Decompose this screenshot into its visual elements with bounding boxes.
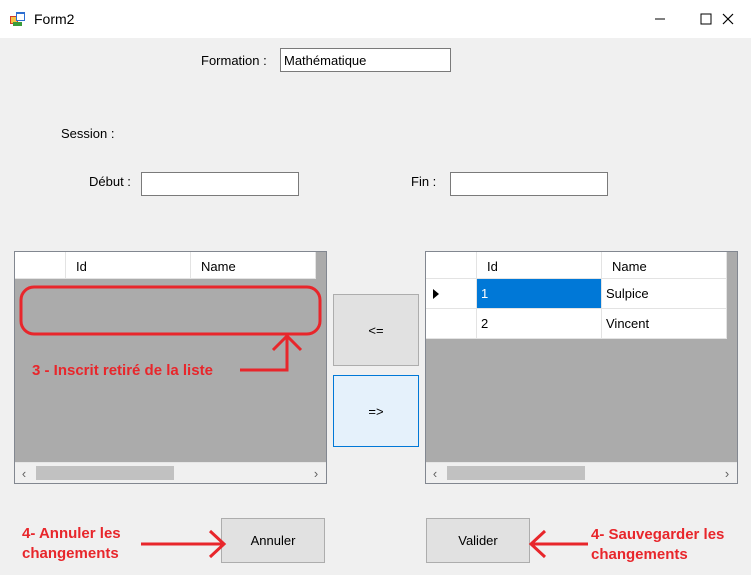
row-header[interactable] (426, 279, 477, 309)
cell-name[interactable]: Vincent (602, 309, 727, 339)
close-icon (722, 13, 734, 25)
scroll-left-icon[interactable]: ‹ (426, 463, 444, 483)
row-header-corner (15, 252, 66, 279)
cell-id[interactable]: 2 (477, 309, 602, 339)
debut-field[interactable] (141, 172, 299, 196)
annotation-cancel-line1: 4- Annuler les (22, 525, 121, 542)
session-label: Session : (61, 126, 115, 141)
scroll-right-icon[interactable]: › (307, 463, 325, 483)
table-row[interactable]: 1 Sulpice (426, 279, 727, 309)
cancel-button[interactable]: Annuler (221, 518, 325, 563)
right-grid[interactable]: Id Name 1 Sulpice 2 Vincent ‹ › (425, 251, 738, 484)
scroll-thumb[interactable] (447, 466, 585, 480)
annotation-save-line1: 4- Sauvegarder les (591, 526, 725, 543)
formation-label: Formation : (201, 53, 267, 68)
scroll-thumb[interactable] (36, 466, 174, 480)
title-bar: Form2 (0, 0, 751, 38)
arrow-left-icon (528, 529, 547, 559)
cell-name[interactable]: Sulpice (602, 279, 727, 309)
cell-id[interactable]: 1 (477, 279, 602, 309)
move-right-button[interactable]: => (333, 375, 419, 447)
horizontal-scrollbar[interactable]: ‹ › (426, 462, 737, 483)
row-header[interactable] (426, 309, 477, 339)
annotation-save-line2: changements (591, 546, 688, 563)
column-header-id[interactable]: Id (66, 252, 191, 279)
column-header-name[interactable]: Name (602, 252, 727, 279)
fin-label: Fin : (411, 174, 437, 189)
validate-button[interactable]: Valider (426, 518, 530, 563)
horizontal-scrollbar[interactable]: ‹ › (15, 462, 326, 483)
scroll-left-icon[interactable]: ‹ (15, 463, 33, 483)
current-row-icon (433, 289, 439, 299)
grid-header: Id Name (15, 252, 316, 279)
app-icon (10, 12, 25, 26)
row-header-corner (426, 252, 477, 279)
formation-field[interactable] (280, 48, 451, 72)
table-row[interactable]: 2 Vincent (426, 309, 727, 339)
annotation-removed: 3 - Inscrit retiré de la liste (32, 362, 213, 379)
grid-header: Id Name (426, 252, 727, 279)
fin-field[interactable] (450, 172, 608, 196)
close-button[interactable] (705, 0, 751, 38)
minimize-button[interactable] (637, 0, 683, 38)
move-left-button[interactable]: <= (333, 294, 419, 366)
debut-label: Début : (89, 174, 131, 189)
column-header-id[interactable]: Id (477, 252, 602, 279)
scroll-right-icon[interactable]: › (718, 463, 736, 483)
window-title: Form2 (34, 11, 75, 27)
minimize-icon (655, 18, 665, 20)
column-header-name[interactable]: Name (191, 252, 316, 279)
annotation-cancel-line2: changements (22, 545, 119, 562)
